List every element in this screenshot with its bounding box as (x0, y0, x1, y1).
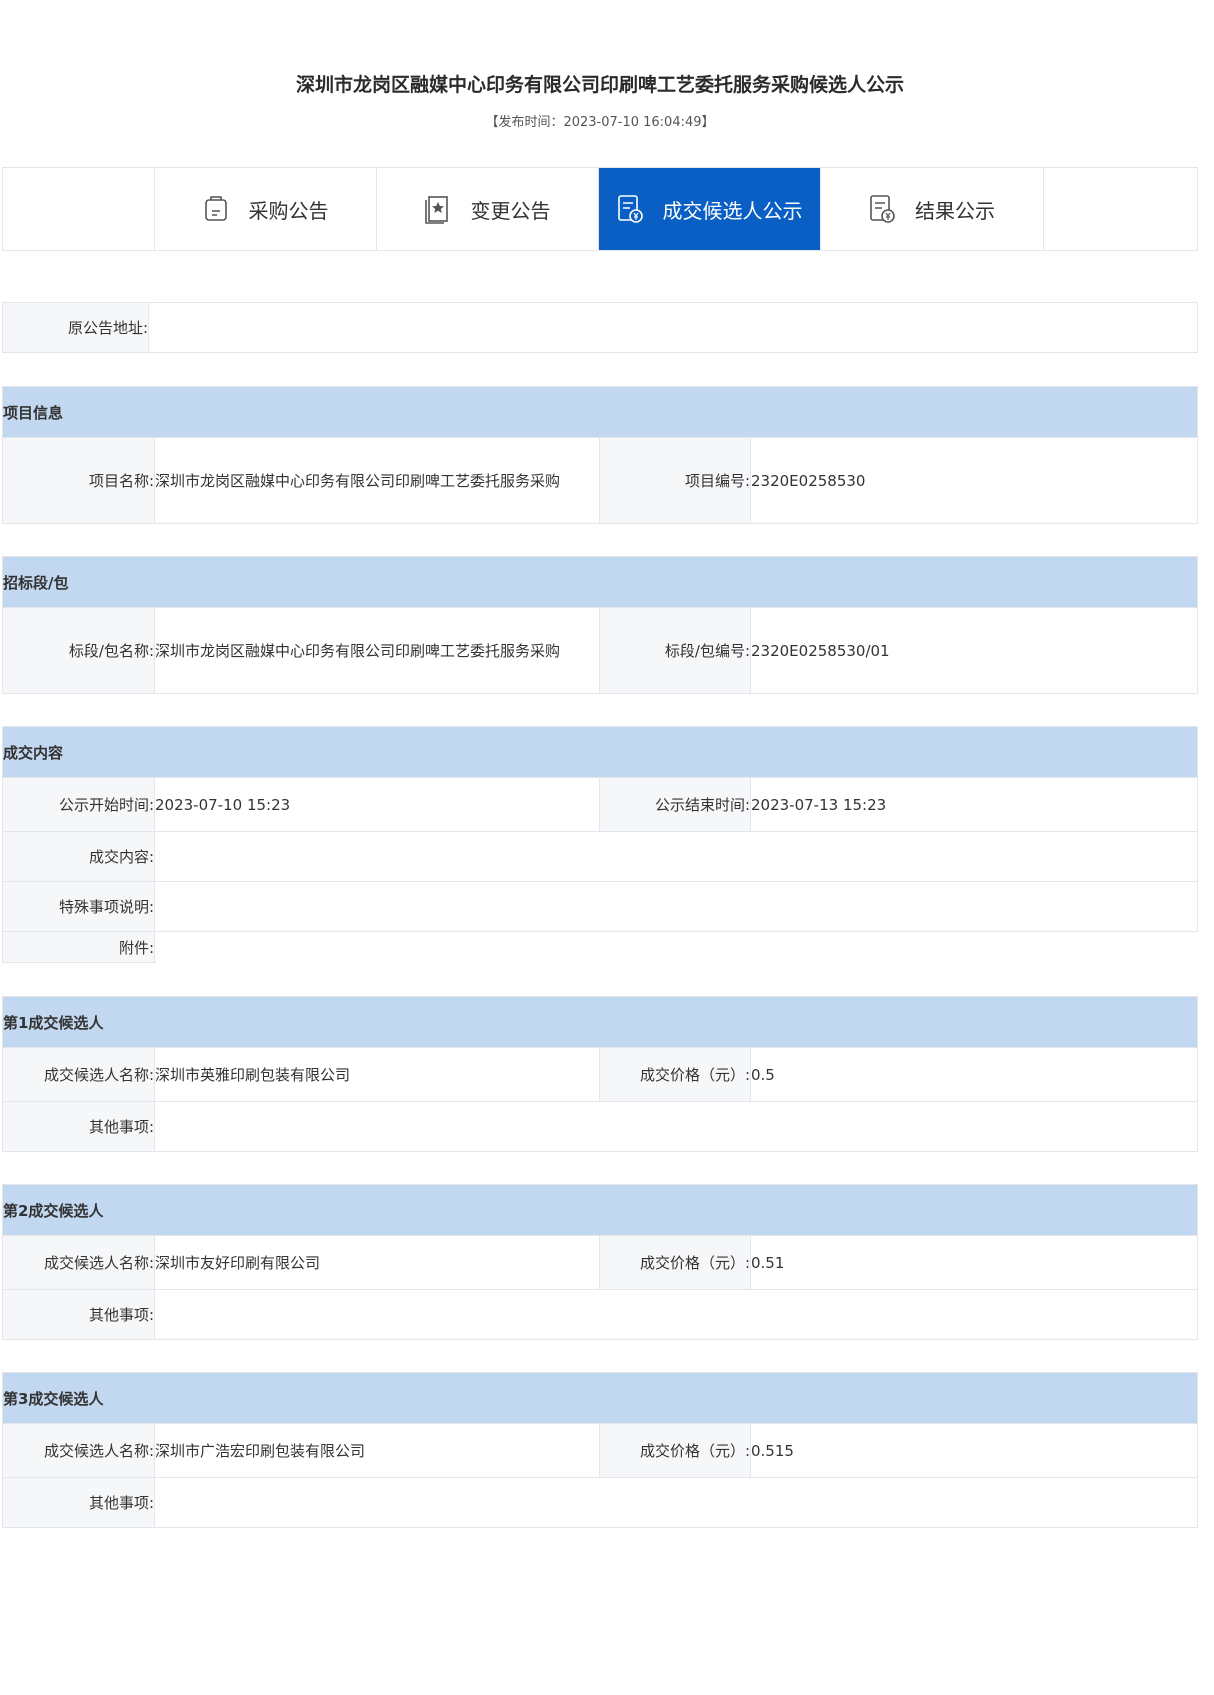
other-items-label: 其他事项: (2, 1477, 155, 1528)
candidate-3-table: 第3成交候选人 成交候选人名称: 深圳市广浩宏印刷包装有限公司 成交价格（元）:… (2, 1372, 1198, 1528)
section-header: 第2成交候选人 (2, 1184, 1198, 1236)
notice-tabs: 采购公告 变更公告 成交候选人公示 结果公示 (2, 167, 1198, 251)
tab-candidate-notice[interactable]: 成交候选人公示 (599, 168, 821, 250)
procurement-notice-icon (203, 194, 229, 224)
publish-time: 【发布时间：2023-07-10 16:04:49】 (485, 115, 715, 130)
project-name-value: 深圳市龙岗区融媒中心印务有限公司印刷啤工艺委托服务采购 (154, 437, 600, 524)
deal-content-table: 成交内容 公示开始时间: 2023-07-10 15:23 公示结束时间: 20… (2, 726, 1198, 963)
notice-start-value: 2023-07-10 15:23 (154, 777, 600, 832)
package-code-label: 标段/包编号: (599, 607, 751, 694)
candidate-name-value: 深圳市友好印刷有限公司 (154, 1235, 600, 1290)
tab-result-notice[interactable]: 结果公示 (821, 168, 1043, 250)
project-info-table: 项目信息 项目名称: 深圳市龙岗区融媒中心印务有限公司印刷啤工艺委托服务采购 项… (2, 386, 1198, 524)
section-header: 项目信息 (2, 386, 1198, 438)
notice-end-label: 公示结束时间: (599, 777, 751, 832)
package-name-value: 深圳市龙岗区融媒中心印务有限公司印刷啤工艺委托服务采购 (154, 607, 600, 694)
package-info-table: 招标段/包 标段/包名称: 深圳市龙岗区融媒中心印务有限公司印刷啤工艺委托服务采… (2, 556, 1198, 694)
change-notice-icon (424, 194, 451, 224)
section-header: 招标段/包 (2, 556, 1198, 608)
package-code-value: 2320E0258530/01 (750, 607, 1198, 694)
original-address-table: 原公告地址: (2, 302, 1198, 353)
project-code-value: 2320E0258530 (750, 437, 1198, 524)
special-notes-value (154, 881, 1198, 932)
tab-procurement-notice[interactable]: 采购公告 (155, 168, 377, 250)
tab-label: 采购公告 (248, 198, 329, 223)
other-items-label: 其他事项: (2, 1289, 155, 1340)
tab-spacer (1043, 168, 1197, 250)
candidate-2-table: 第2成交候选人 成交候选人名称: 深圳市友好印刷有限公司 成交价格（元）: 0.… (2, 1184, 1198, 1340)
candidate-name-label: 成交候选人名称: (2, 1423, 155, 1478)
candidate-price-label: 成交价格（元）: (599, 1047, 751, 1102)
candidate-price-value: 0.51 (750, 1235, 1198, 1290)
project-code-label: 项目编号: (599, 437, 751, 524)
candidate-name-value: 深圳市广浩宏印刷包装有限公司 (154, 1423, 600, 1478)
candidate-price-label: 成交价格（元）: (599, 1235, 751, 1290)
section-header: 第3成交候选人 (2, 1372, 1198, 1424)
original-address-label: 原公告地址: (2, 302, 149, 353)
other-items-value (154, 1289, 1198, 1340)
notice-start-label: 公示开始时间: (2, 777, 155, 832)
candidate-1-table: 第1成交候选人 成交候选人名称: 深圳市英雅印刷包装有限公司 成交价格（元）: … (2, 996, 1198, 1152)
candidate-price-value: 0.515 (750, 1423, 1198, 1478)
candidate-name-label: 成交候选人名称: (2, 1047, 155, 1102)
attachment-label: 附件: (2, 931, 155, 963)
tab-label: 结果公示 (915, 198, 995, 223)
notice-end-value: 2023-07-13 15:23 (750, 777, 1198, 832)
candidate-price-value: 0.5 (750, 1047, 1198, 1102)
attachment-value (155, 932, 1198, 963)
result-notice-icon (869, 194, 895, 224)
candidate-name-label: 成交候选人名称: (2, 1235, 155, 1290)
candidate-name-value: 深圳市英雅印刷包装有限公司 (154, 1047, 600, 1102)
other-items-label: 其他事项: (2, 1101, 155, 1152)
section-header: 成交内容 (2, 726, 1198, 778)
other-items-value (154, 1101, 1198, 1152)
package-name-label: 标段/包名称: (2, 607, 155, 694)
tab-change-notice[interactable]: 变更公告 (377, 168, 599, 250)
section-header: 第1成交候选人 (2, 996, 1198, 1048)
project-name-label: 项目名称: (2, 437, 155, 524)
deal-content-label: 成交内容: (2, 831, 155, 882)
candidate-notice-icon (617, 194, 643, 224)
original-address-value[interactable] (148, 302, 1198, 353)
page-title: 深圳市龙岗区融媒中心印务有限公司印刷啤工艺委托服务采购候选人公示 (295, 74, 904, 96)
deal-content-value (154, 831, 1198, 882)
tab-label: 成交候选人公示 (662, 198, 803, 223)
special-notes-label: 特殊事项说明: (2, 881, 155, 932)
other-items-value (154, 1477, 1198, 1528)
tab-label: 变更公告 (470, 198, 551, 223)
candidate-price-label: 成交价格（元）: (599, 1423, 751, 1478)
tab-spacer (3, 168, 155, 250)
